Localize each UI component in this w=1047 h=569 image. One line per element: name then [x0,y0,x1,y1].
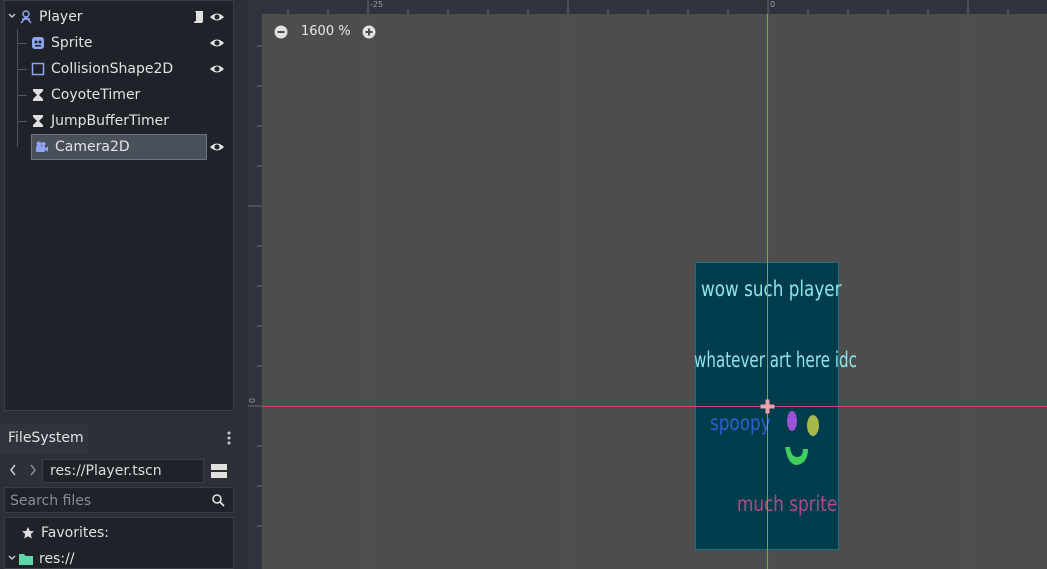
visibility-eye-icon[interactable] [209,37,225,49]
search-input[interactable] [5,488,212,514]
ruler-corner [248,0,262,14]
sprite-text-line4: much sprite [737,492,838,516]
sprite-text-line1: wow such player [701,277,842,301]
back-arrow-icon[interactable] [8,462,18,478]
search-icon[interactable] [211,493,225,507]
tree-connector [17,121,27,122]
tree-item-sprite[interactable]: Sprite [17,31,231,55]
tree-item-label: CollisionShape2D [51,61,174,77]
tree-item-label: JumpBufferTimer [51,113,170,129]
zoom-out-button[interactable] [274,25,288,39]
tree-item-collisionshape2d[interactable]: CollisionShape2D [17,57,231,81]
zoom-in-button[interactable] [362,25,376,39]
sprite-smile [785,447,808,465]
filesystem-tree: Favorites: res:// [4,517,234,569]
tree-item-player[interactable]: Player [7,5,231,29]
timer-icon [31,88,45,102]
zoom-level-label[interactable]: 1600 % [301,24,351,39]
ruler-label-zero: 0 [770,0,776,9]
dock-splitter[interactable] [236,0,248,569]
script-icon[interactable] [191,9,205,25]
canvas-viewport[interactable]: wow such player whatever art here idc sp… [248,0,1047,569]
camera-icon [35,140,49,154]
tree-item-camera2d[interactable]: Camera2D [31,134,207,160]
ruler-label-neg25: -25 [370,0,384,9]
res-root-label: res:// [39,551,75,567]
path-field[interactable]: res://Player.tscn [42,459,204,483]
tree-item-label: CoyoteTimer [51,87,141,103]
ruler-top[interactable]: -25 0 [248,0,1047,14]
res-root-item[interactable]: res:// [7,551,75,567]
favorites-item[interactable]: Favorites: [21,525,109,541]
left-dock: Player Sprite CollisionShape2D CoyoteTim… [0,0,236,569]
sprite-eye-right [807,415,819,436]
sprite-text-line3: spoopy [710,411,771,435]
folder-icon [19,553,33,565]
tree-item-jumpbuffertimer[interactable]: JumpBufferTimer [17,109,231,133]
tree-item-coyotetimer[interactable]: CoyoteTimer [17,83,231,107]
split-mode-icon[interactable] [210,462,228,480]
tree-item-label: Camera2D [55,139,130,155]
chevron-down-icon[interactable] [7,9,17,25]
visibility-eye-icon[interactable] [209,141,225,153]
ruler-left[interactable]: 0 [248,0,262,569]
chevron-down-icon[interactable] [7,551,17,567]
tree-item-label: Sprite [51,35,93,51]
collision-shape-icon [31,62,45,76]
tree-connector [17,43,27,44]
tree-connector [17,69,27,70]
sprite-icon [31,36,45,50]
node2d-icon [19,10,33,24]
tree-connector [17,95,27,96]
forward-arrow-icon[interactable] [28,462,38,478]
visibility-eye-icon[interactable] [209,63,225,75]
timer-icon [31,114,45,128]
star-icon [21,526,35,540]
tree-connector [17,29,18,147]
favorites-label: Favorites: [41,525,109,541]
viewport-canvas [367,0,969,569]
tree-item-label: Player [39,9,83,25]
ruler-left-label-zero: 0 [248,397,258,404]
scene-tree-panel: Player Sprite CollisionShape2D CoyoteTim… [4,0,234,411]
visibility-eye-icon[interactable] [209,11,225,23]
sprite-eye-left [787,411,797,431]
more-options-icon[interactable] [226,430,232,446]
tab-filesystem[interactable]: FileSystem [0,424,88,454]
sprite-text-line2: whatever art here idc [694,348,857,372]
search-files-box [4,487,234,514]
sprite-texture[interactable]: wow such player whatever art here idc sp… [694,262,857,550]
